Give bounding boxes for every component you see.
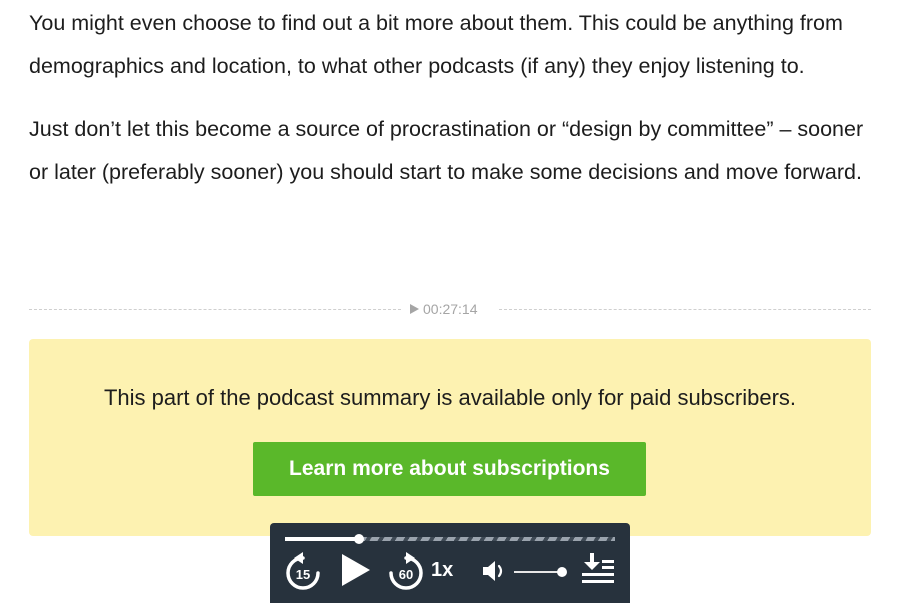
divider-line <box>499 309 871 310</box>
article-body: You might even choose to find out a bit … <box>29 2 879 194</box>
learn-more-subscriptions-button[interactable]: Learn more about subscriptions <box>253 442 646 496</box>
timestamp-link[interactable]: 00:27:14 <box>410 301 478 317</box>
forward-seconds-label: 60 <box>399 567 413 582</box>
volume-slider[interactable] <box>514 567 567 577</box>
rewind-15-icon[interactable]: 15 <box>282 551 324 593</box>
playback-speed-button[interactable]: 1x <box>431 559 453 582</box>
play-triangle-icon <box>410 304 419 314</box>
timestamp-divider: 00:27:14 <box>29 300 871 320</box>
article-paragraph: Just don’t let this become a source of p… <box>29 117 864 184</box>
article-paragraph: You might even choose to find out a bit … <box>29 11 843 78</box>
volume-knob[interactable] <box>556 567 567 577</box>
audio-player: 15 60 1x <box>270 523 630 603</box>
paywall-message: This part of the podcast summary is avai… <box>103 385 797 410</box>
timestamp-label: 00:27:14 <box>423 301 478 317</box>
progress-bar[interactable] <box>285 534 615 544</box>
volume-icon[interactable] <box>482 559 508 583</box>
progress-played <box>285 537 360 541</box>
divider-line <box>29 309 401 310</box>
progress-remaining <box>359 537 615 541</box>
play-icon[interactable] <box>340 552 372 588</box>
forward-60-icon[interactable]: 60 <box>385 551 427 593</box>
paywall-box: This part of the podcast summary is avai… <box>29 339 871 536</box>
rewind-seconds-label: 15 <box>296 567 310 582</box>
progress-knob[interactable] <box>354 534 365 544</box>
playlist-download-icon[interactable] <box>581 552 615 586</box>
